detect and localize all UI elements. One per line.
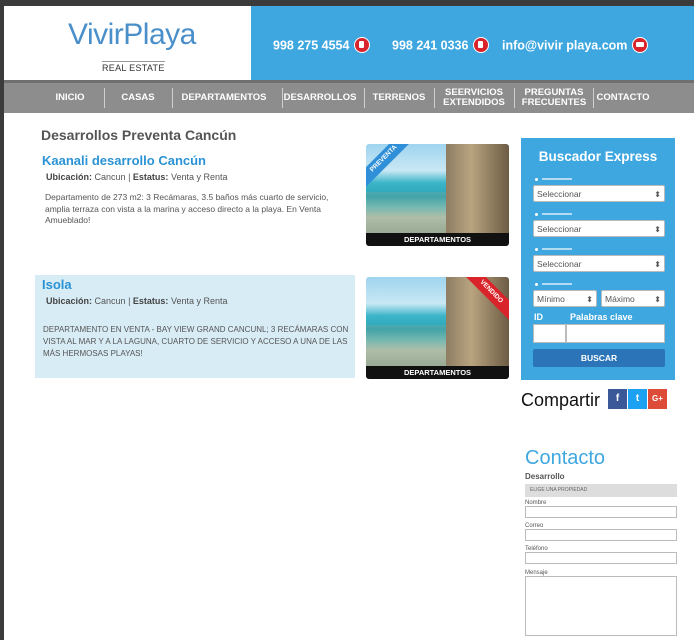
building-shape [446,144,509,233]
email-input[interactable] [525,529,677,541]
main-nav: INICIO CASAS DEPARTAMENTOS DESARROLLOS T… [4,80,694,113]
field-label [535,176,595,182]
field-label [535,281,595,287]
price-max-select[interactable]: Máximo [601,290,665,308]
nav-casas[interactable]: CASAS [108,83,168,113]
property-title[interactable]: Kaanali desarrollo Cancún [42,153,355,168]
search-select-1[interactable]: Seleccionar [533,185,665,203]
property-image[interactable]: VENDIDO DEPARTAMENTOS [366,277,509,379]
property-select[interactable]: ELIGE UNA PROPIEDAD [525,484,677,497]
status-value: Venta y Renta [170,172,228,182]
twitter-icon[interactable]: t [628,389,647,409]
property-card: Isola Ubicación: Cancun | Estatus: Venta… [35,275,355,378]
message-textarea[interactable] [525,576,677,636]
balcony-rail [366,325,456,366]
property-title[interactable]: Isola [42,275,355,292]
status-label: Estatus: [132,296,169,306]
location-value: Cancun [94,296,126,306]
phone-input[interactable] [525,552,677,564]
image-caption: DEPARTAMENTOS [366,233,509,246]
search-select-3[interactable]: Seleccionar [533,255,665,273]
logo-subtitle: REAL ESTATE [102,61,165,73]
nav-divider [434,88,435,108]
email-text: info@vivir playa.com [502,38,628,53]
logo[interactable]: VivirPlaya REAL ESTATE [4,6,251,80]
phone-1[interactable]: 998 275 4554 [273,37,371,54]
property-card: Kaanali desarrollo Cancún Ubicación: Can… [35,153,355,227]
nav-preguntas-frecuentes[interactable]: PREGUNTAS FRECUENTES [518,83,590,113]
property-image[interactable]: PREVENTA DEPARTAMENTOS [366,144,509,246]
status-ribbon: PREVENTA [366,144,414,189]
search-select-2[interactable]: Seleccionar [533,220,665,238]
nav-divider [104,88,105,108]
nav-divider [514,88,515,108]
logo-text: VivirPlaya [68,18,196,51]
status-value: Venta y Renta [170,296,228,306]
desarrollo-label: Desarrollo [525,472,565,481]
nav-inicio[interactable]: INICIO [40,83,100,113]
nav-servicios-extendidos[interactable]: SEERVICIOS EXTENDIDOS [438,83,510,113]
balcony-rail [366,192,456,233]
name-input[interactable] [525,506,677,518]
phone-icon [354,37,371,53]
nav-desarrollos[interactable]: DESARROLLOS [284,83,357,113]
property-description: DEPARTAMENTO EN VENTA - BAY VIEW GRAND C… [43,325,349,358]
phone-2-text: 998 241 0336 [392,38,469,53]
header: VivirPlaya REAL ESTATE 998 275 4554 998 … [4,6,694,80]
property-meta: Ubicación: Cancun | Estatus: Venta y Ren… [46,172,228,182]
nav-terrenos[interactable]: TERRENOS [368,83,430,113]
id-input[interactable] [533,324,566,343]
contact-bar: 998 275 4554 998 241 0336 info@vivir pla… [251,6,694,80]
nav-divider [364,88,365,108]
location-label: Ubicación: [46,172,93,182]
share-label: Compartir [521,390,601,410]
nav-contacto[interactable]: CONTACTO [595,83,651,113]
field-label [535,211,595,217]
id-label: ID [534,312,543,322]
phone-2[interactable]: 998 241 0336 [392,37,490,54]
location-value: Cancun [94,172,126,182]
image-caption: DEPARTAMENTOS [366,366,509,379]
status-label: Estatus: [132,172,169,182]
search-panel: Buscador Express Seleccionar Seleccionar… [521,138,675,380]
search-panel-title: Buscador Express [538,149,658,164]
nav-divider [172,88,173,108]
keywords-input[interactable] [566,324,665,343]
property-meta: Ubicación: Cancun | Estatus: Venta y Ren… [46,296,228,306]
mail-icon [632,37,649,53]
price-min-select[interactable]: Mínimo [533,290,597,308]
keywords-label: Palabras clave [570,312,633,322]
search-button[interactable]: BUSCAR [533,349,665,367]
nav-divider [593,88,594,108]
google-plus-icon[interactable]: G+ [648,389,667,409]
phone-icon [473,37,490,53]
email-link[interactable]: info@vivir playa.com [502,37,649,54]
page-title: Desarrollos Preventa Cancún [41,127,237,143]
nav-departamentos[interactable]: DEPARTAMENTOS [176,83,272,113]
property-description: Departamento de 273 m2: 3 Recámaras, 3.5… [45,192,329,225]
contact-title: Contacto [525,447,606,469]
facebook-icon[interactable]: f [608,389,627,409]
field-label [535,246,595,252]
location-label: Ubicación: [46,296,93,306]
phone-1-text: 998 275 4554 [273,38,350,53]
page: VivirPlaya REAL ESTATE 998 275 4554 998 … [4,6,694,640]
